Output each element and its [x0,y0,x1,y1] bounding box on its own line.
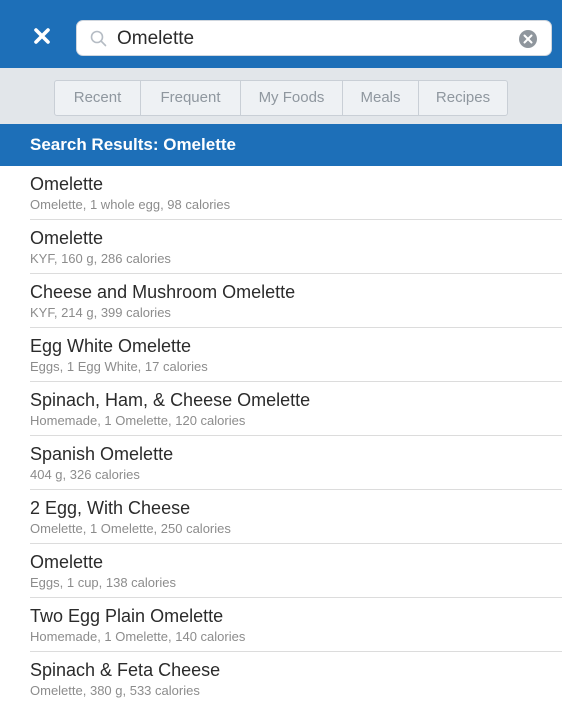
food-name: Two Egg Plain Omelette [30,606,224,626]
food-description: Eggs, 1 Egg White, 17 calories [30,359,208,374]
food-description: KYF, 214 g, 399 calories [30,305,171,320]
food-name: Spinach & Feta Cheese [30,660,221,680]
food-name: Egg White Omelette [30,336,192,356]
tab-bar: Recent Frequent My Foods Meals Recipes [0,68,562,124]
list-item[interactable]: Spinach & Feta Cheese Omelette, 380 g, 5… [30,652,562,706]
tab-meals[interactable]: Meals [343,81,419,115]
list-item[interactable]: 2 Egg, With Cheese Omelette, 1 Omelette,… [30,490,562,544]
tab-recipes[interactable]: Recipes [419,81,507,115]
list-item[interactable]: Egg White Omelette Eggs, 1 Egg White, 17… [30,328,562,382]
search-icon [89,29,109,49]
food-name: Omelette [30,228,104,248]
food-name: Omelette [30,552,104,572]
food-name: Cheese and Mushroom Omelette [30,282,296,302]
search-results-header: Search Results: Omelette [0,124,562,166]
list-item[interactable]: Omelette Omelette, 1 whole egg, 98 calor… [30,166,562,220]
food-name: Spinach, Ham, & Cheese Omelette [30,390,311,410]
food-description: Eggs, 1 cup, 138 calories [30,575,176,590]
list-item[interactable]: Spanish Omelette 404 g, 326 calories [30,436,562,490]
list-item[interactable]: Spinach, Ham, & Cheese Omelette Homemade… [30,382,562,436]
tab-recent[interactable]: Recent [55,81,141,115]
tab-my-foods[interactable]: My Foods [241,81,343,115]
food-description: KYF, 160 g, 286 calories [30,251,171,266]
top-bar [0,0,562,68]
food-name: Spanish Omelette [30,444,174,464]
search-box[interactable] [76,20,552,56]
food-description: Omelette, 1 Omelette, 250 calories [30,521,231,536]
close-button[interactable] [30,24,54,48]
food-description: 404 g, 326 calories [30,467,140,482]
list-item[interactable]: Omelette KYF, 160 g, 286 calories [30,220,562,274]
food-description: Homemade, 1 Omelette, 120 calories [30,413,246,428]
food-name: 2 Egg, With Cheese [30,498,191,518]
clear-search-icon[interactable] [517,28,539,50]
food-description: Omelette, 1 whole egg, 98 calories [30,197,231,212]
results-list: Omelette Omelette, 1 whole egg, 98 calor… [0,166,562,706]
search-input[interactable] [117,25,487,53]
food-description: Homemade, 1 Omelette, 140 calories [30,629,246,644]
segmented-tabs: Recent Frequent My Foods Meals Recipes [54,80,508,116]
food-name: Omelette [30,174,104,194]
list-item[interactable]: Omelette Eggs, 1 cup, 138 calories [30,544,562,598]
close-icon [34,28,50,44]
list-item[interactable]: Two Egg Plain Omelette Homemade, 1 Omele… [30,598,562,652]
list-item[interactable]: Cheese and Mushroom Omelette KYF, 214 g,… [30,274,562,328]
food-description: Omelette, 380 g, 533 calories [30,683,200,698]
tab-frequent[interactable]: Frequent [141,81,241,115]
